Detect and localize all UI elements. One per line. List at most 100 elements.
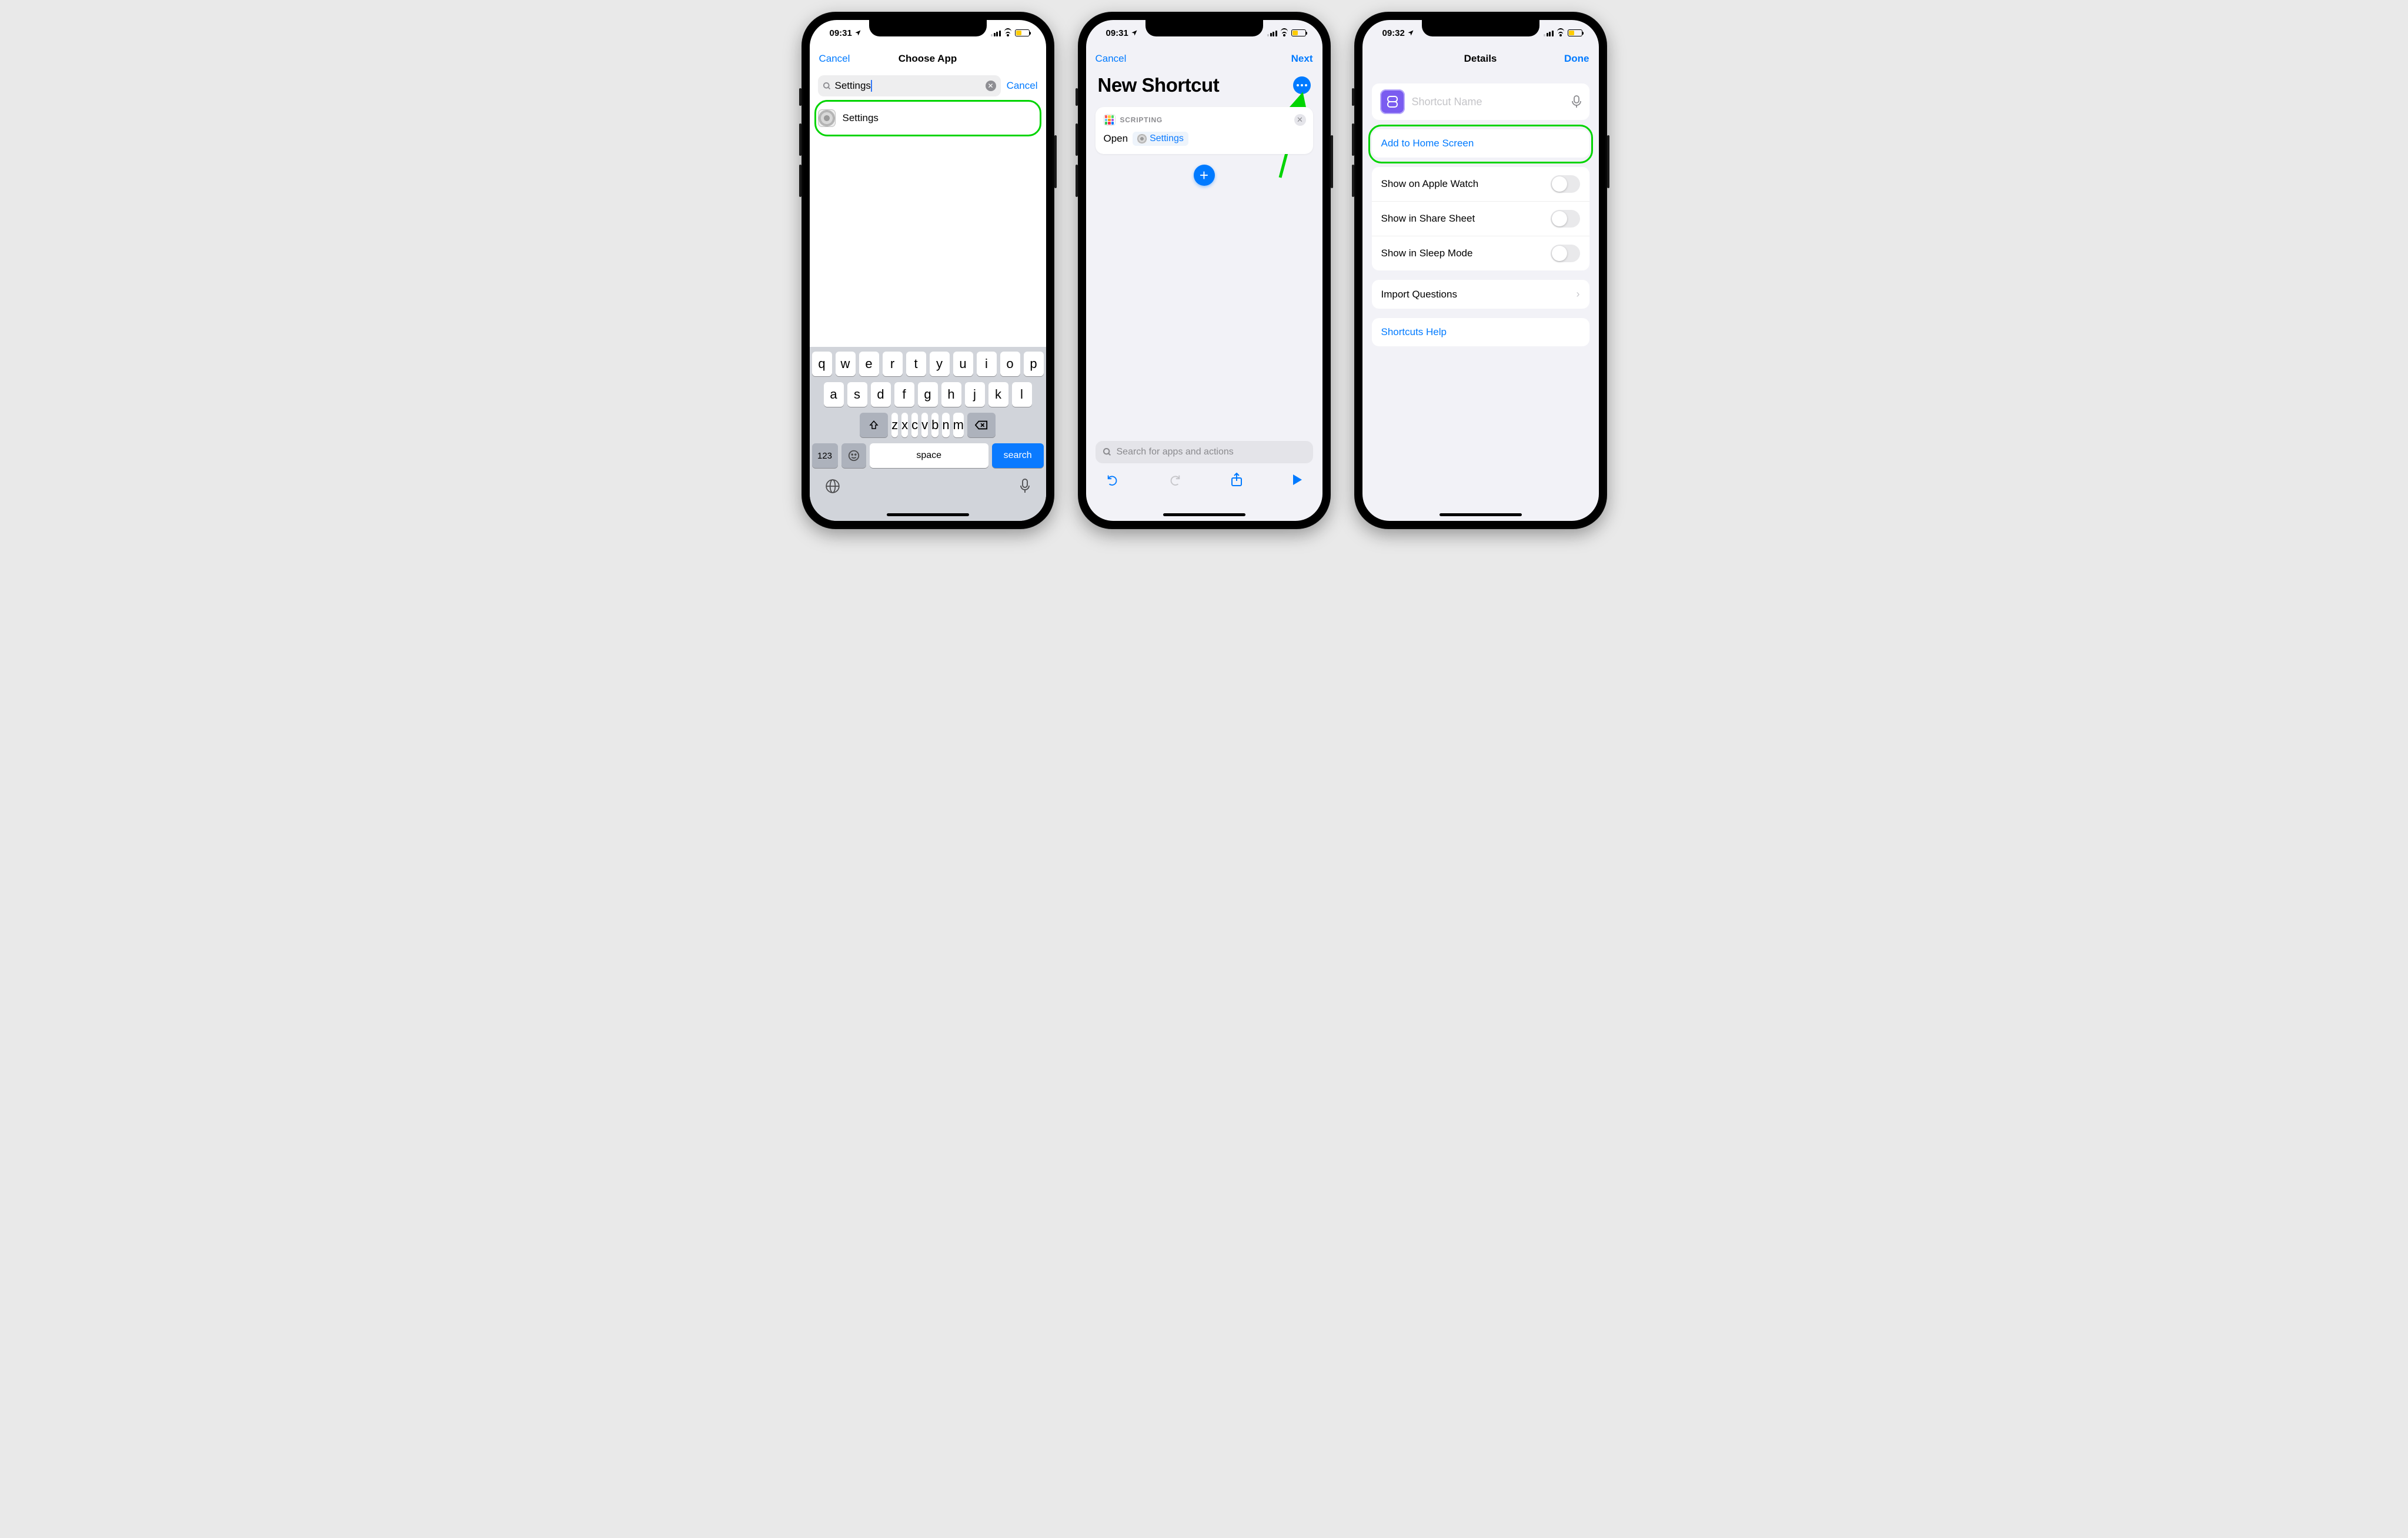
add-action-button[interactable]: + [1194, 165, 1215, 186]
key-g[interactable]: g [918, 382, 938, 407]
cancel-button[interactable]: Cancel [1096, 53, 1127, 65]
cellular-icon [1544, 29, 1554, 36]
key-y[interactable]: y [930, 352, 950, 376]
shortcut-icon[interactable] [1380, 89, 1405, 114]
phone-frame-2: 09:31 Cancel Next New Shortcut [1078, 12, 1331, 529]
row-sleep-mode[interactable]: Show in Sleep Mode [1372, 236, 1589, 270]
search-input[interactable]: Settings ✕ [818, 75, 1001, 96]
add-to-home-screen-button[interactable]: Add to Home Screen [1372, 129, 1589, 158]
toggle-apple-watch[interactable] [1551, 175, 1580, 193]
home-indicator[interactable] [1163, 513, 1245, 516]
dictation-key[interactable] [1019, 479, 1031, 494]
key-r[interactable]: r [883, 352, 903, 376]
key-a[interactable]: a [824, 382, 844, 407]
key-c[interactable]: c [911, 413, 918, 437]
dictation-icon[interactable] [1572, 95, 1581, 108]
search-value: Settings [835, 80, 871, 91]
key-h[interactable]: h [941, 382, 961, 407]
home-indicator[interactable] [887, 513, 969, 516]
settings-app-icon [818, 109, 836, 127]
wifi-icon [1280, 29, 1289, 36]
key-v[interactable]: v [921, 413, 928, 437]
key-l[interactable]: l [1012, 382, 1032, 407]
status-time: 09:32 [1382, 28, 1405, 38]
key-e[interactable]: e [859, 352, 879, 376]
page-title: Details [1362, 53, 1599, 65]
screen-new-shortcut: 09:31 Cancel Next New Shortcut [1086, 20, 1322, 521]
row-share-sheet[interactable]: Show in Share Sheet [1372, 201, 1589, 236]
battery-icon [1015, 29, 1030, 36]
more-button[interactable] [1293, 76, 1311, 94]
nav-bar: Cancel Choose App [810, 46, 1046, 72]
search-cancel-button[interactable]: Cancel [1007, 80, 1038, 92]
globe-key[interactable] [825, 479, 840, 494]
app-result-settings[interactable]: Settings [810, 102, 1046, 134]
screen-choose-app: 09:31 Cancel Choose App Settings ✕ Ca [810, 20, 1046, 521]
action-param-settings[interactable]: Settings [1133, 132, 1188, 146]
key-d[interactable]: d [871, 382, 891, 407]
battery-icon [1291, 29, 1306, 36]
battery-icon [1568, 29, 1582, 36]
key-p[interactable]: p [1024, 352, 1044, 376]
wifi-icon [1556, 29, 1565, 36]
remove-action-icon[interactable]: ✕ [1294, 114, 1306, 126]
key-b[interactable]: b [931, 413, 939, 437]
shift-key[interactable] [860, 413, 888, 437]
action-card-open-app[interactable]: SCRIPTING ✕ Open Settings [1096, 107, 1313, 154]
key-j[interactable]: j [965, 382, 985, 407]
key-w[interactable]: w [836, 352, 856, 376]
app-result-label: Settings [843, 112, 879, 124]
row-import-questions[interactable]: Import Questions › [1372, 280, 1589, 309]
undo-button[interactable] [1106, 473, 1119, 486]
key-z[interactable]: z [891, 413, 898, 437]
home-indicator[interactable] [1440, 513, 1522, 516]
key-m[interactable]: m [953, 413, 964, 437]
nav-bar: Details Done [1362, 46, 1599, 72]
nav-bar: Cancel Next [1086, 46, 1322, 72]
key-x[interactable]: x [901, 413, 908, 437]
clear-icon[interactable]: ✕ [986, 81, 996, 91]
key-t[interactable]: t [906, 352, 926, 376]
action-search-input[interactable]: Search for apps and actions [1096, 441, 1313, 463]
location-icon [1407, 29, 1414, 36]
share-button[interactable] [1231, 473, 1243, 487]
key-q[interactable]: q [812, 352, 832, 376]
key-s[interactable]: s [847, 382, 867, 407]
shortcut-name-field[interactable]: Shortcut Name [1372, 83, 1589, 120]
space-key[interactable]: space [870, 443, 988, 468]
next-button[interactable]: Next [1291, 53, 1313, 65]
status-time: 09:31 [830, 28, 852, 38]
toggle-sleep-mode[interactable] [1551, 245, 1580, 262]
cancel-button[interactable]: Cancel [819, 53, 850, 65]
key-i[interactable]: i [977, 352, 997, 376]
keyboard: qwertyuiop asdfghjkl zxcvbnm 123 space s… [810, 347, 1046, 521]
scripting-icon [1104, 114, 1116, 126]
key-k[interactable]: k [988, 382, 1008, 407]
action-verb: Open [1104, 133, 1128, 145]
key-n[interactable]: n [942, 413, 949, 437]
phone-frame-1: 09:31 Cancel Choose App Settings ✕ Ca [801, 12, 1054, 529]
screen-details: 09:32 Details Done Shortcut Name [1362, 20, 1599, 521]
row-shortcuts-help[interactable]: Shortcuts Help [1372, 318, 1589, 346]
location-icon [1131, 29, 1138, 36]
redo-button [1168, 473, 1181, 486]
phone-frame-3: 09:32 Details Done Shortcut Name [1354, 12, 1607, 529]
search-icon [1103, 447, 1112, 457]
numbers-key[interactable]: 123 [812, 443, 838, 468]
shortcut-name-placeholder: Shortcut Name [1412, 96, 1565, 108]
cellular-icon [1267, 29, 1277, 36]
key-o[interactable]: o [1000, 352, 1020, 376]
settings-app-icon [1137, 134, 1147, 143]
cellular-icon [991, 29, 1001, 36]
toggle-share-sheet[interactable] [1551, 210, 1580, 228]
key-f[interactable]: f [894, 382, 914, 407]
emoji-key[interactable] [841, 443, 866, 468]
run-button[interactable] [1292, 474, 1302, 486]
backspace-key[interactable] [967, 413, 996, 437]
search-key[interactable]: search [992, 443, 1044, 468]
done-button[interactable]: Done [1564, 53, 1589, 65]
chevron-right-icon: › [1577, 288, 1580, 300]
row-apple-watch[interactable]: Show on Apple Watch [1372, 167, 1589, 201]
location-icon [854, 29, 861, 36]
key-u[interactable]: u [953, 352, 973, 376]
